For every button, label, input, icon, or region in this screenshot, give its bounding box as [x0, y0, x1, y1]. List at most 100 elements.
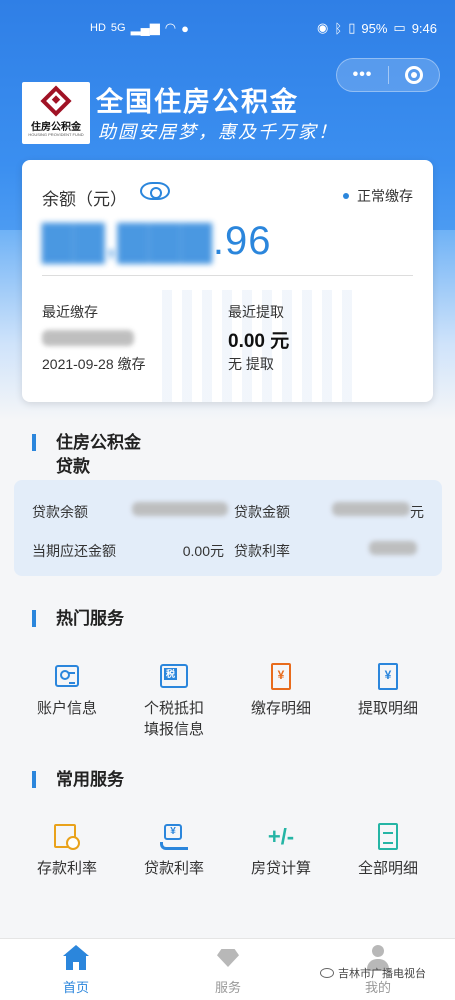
hot-services-title: 热门服务 [56, 609, 124, 628]
diamond-icon [215, 945, 241, 971]
document-list-shape [378, 823, 398, 850]
hot-services-marker [32, 610, 36, 627]
document-list-icon [373, 822, 403, 852]
calculator-glyph: +/- [267, 824, 295, 849]
watermark-icon [320, 968, 334, 978]
card-divider [42, 275, 413, 276]
money-box-shape: ¥ [164, 824, 182, 840]
close-miniprogram-button[interactable] [389, 66, 439, 84]
eye-status-icon: ◉ [317, 20, 329, 35]
deposit-document-shape: ¥ [271, 663, 291, 690]
balance-label: 余额（元） [42, 190, 127, 209]
account-info-service[interactable]: 账户信息 [17, 662, 117, 719]
hand-shape [160, 842, 188, 850]
current-due-value: 0.00元 [182, 543, 224, 559]
service-label: 提取明细 [357, 700, 418, 717]
home-icon [63, 945, 89, 971]
recent-deposit-redacted [42, 330, 134, 346]
miniprogram-capsule: ••• [336, 58, 440, 92]
recent-withdraw-value: 0.00 元 [228, 331, 290, 352]
status-text: 正常缴存 [357, 188, 413, 204]
bluetooth-icon: ᛒ [334, 20, 343, 36]
recent-withdraw-label: 最近提取 [228, 304, 284, 320]
loan-panel[interactable]: 贷款余额 贷款金额 元 当期应还金额 0.00元 贷款利率 [14, 480, 442, 576]
service-label: 账户信息 [36, 700, 97, 717]
calculator-icon: +/- [266, 822, 296, 852]
app-title: 全国住房公积金 [96, 87, 299, 117]
loan-section-title-line2: 贷款 [56, 457, 90, 476]
battery-level: 95% [361, 20, 388, 36]
wifi-icon: ◠ [164, 20, 177, 35]
logo: 住房公积金 HOUSING PROVIDENT FUND [22, 82, 90, 144]
tax-form-icon: 税 [159, 662, 189, 692]
loan-amount-redacted [332, 502, 410, 516]
account-status: 正常缴存 [343, 186, 413, 206]
loan-rate-label: 贷款利率 [234, 543, 290, 559]
broadcaster-watermark: 吉林市广播电视台 [320, 965, 426, 981]
tax-form-shape: 税 [160, 664, 188, 688]
service-label: 个税抵扣 填报信息 [124, 698, 224, 740]
hd-icon: HD [90, 22, 106, 34]
common-services-title: 常用服务 [56, 770, 124, 789]
rate-search-shape [54, 824, 80, 850]
balance-amount: ▇▇,▇▇▇.96 [42, 218, 272, 264]
loan-rate-service[interactable]: ¥ 贷款利率 [124, 822, 224, 879]
battery-icon: ▭ [393, 20, 406, 35]
service-label: 房贷计算 [250, 860, 311, 877]
deposit-document-icon: ¥ [266, 662, 296, 692]
mortgage-calculator-service[interactable]: +/- 房贷计算 [231, 822, 331, 879]
current-due-label: 当期应还金额 [32, 543, 116, 559]
status-dot [343, 193, 349, 199]
eye-icon[interactable] [140, 182, 170, 200]
id-card-icon [52, 662, 82, 692]
watermark-text: 吉林市广播电视台 [338, 968, 426, 980]
service-label: 全部明细 [357, 860, 418, 877]
clock: 9:46 [411, 20, 437, 36]
nav-label-home: 首页 [62, 980, 89, 995]
id-card-shape [55, 665, 79, 687]
recent-withdraw-sub: 无 提取 [228, 356, 274, 372]
logo-mark-icon [40, 85, 72, 117]
status-bar-right: ◉ ᛒ ▯ 95% ▭ 9:46 [317, 20, 437, 36]
target-icon [404, 66, 423, 84]
tax-glyph: 税 [164, 668, 178, 680]
rate-search-icon [52, 822, 82, 852]
more-menu-button[interactable]: ••• [337, 66, 388, 84]
withdrawal-document-shape: ¥ [378, 663, 398, 690]
deposit-details-service[interactable]: ¥ 缴存明细 [231, 662, 331, 719]
hand-money-icon: ¥ [159, 822, 189, 852]
recent-deposit-date: 2021-09-28 缴存 [42, 356, 146, 372]
app-slogan: 助圆安居梦，惠及千万家！ [98, 122, 338, 143]
deposit-rate-service[interactable]: 存款利率 [17, 822, 117, 879]
home-roof [63, 945, 89, 956]
user-head [372, 945, 384, 957]
status-bar: HD 5G ▂▄▆ ◠ ● ◉ ᛒ ▯ 95% ▭ 9:46 [0, 0, 455, 58]
balance-card[interactable]: 余额（元） 正常缴存 ▇▇,▇▇▇.96 最近缴存 2021-09-28 缴存 … [22, 160, 433, 402]
loan-section-marker [32, 434, 36, 451]
loan-balance-redacted [132, 502, 228, 516]
service-label-line2: 填报信息 [143, 721, 204, 738]
loan-amount-label: 贷款金额 [234, 504, 290, 520]
loan-section-title-line1: 住房公积金 [56, 433, 141, 452]
loan-amount-unit: 元 [410, 504, 424, 520]
message-icon: ● [181, 20, 189, 36]
nav-item-home[interactable]: 首页 [26, 945, 126, 996]
nav-label-services: 服务 [214, 980, 241, 995]
status-bar-left: HD 5G ▂▄▆ ◠ ● [90, 20, 189, 36]
logo-text: 住房公积金 [31, 122, 81, 133]
vibrate-icon: ▯ [348, 20, 356, 35]
recent-deposit-label: 最近缴存 [42, 304, 98, 320]
withdrawal-details-service[interactable]: ¥ 提取明细 [338, 662, 438, 719]
service-label: 存款利率 [36, 860, 97, 877]
withdrawal-document-icon: ¥ [373, 662, 403, 692]
network-5g-icon: 5G [110, 22, 126, 34]
nav-item-services[interactable]: 服务 [178, 945, 278, 996]
signal-icon: ▂▄▆ [130, 20, 160, 35]
service-label-line1: 个税抵扣 [143, 700, 204, 717]
service-label: 缴存明细 [250, 700, 311, 717]
all-details-service[interactable]: 全部明细 [338, 822, 438, 879]
logo-subtext: HOUSING PROVIDENT FUND [28, 132, 84, 137]
tax-deduction-service[interactable]: 税 个税抵扣 填报信息 [124, 662, 224, 740]
balance-redacted: ▇▇,▇▇▇ [42, 219, 213, 263]
loan-rate-redacted [369, 541, 417, 555]
